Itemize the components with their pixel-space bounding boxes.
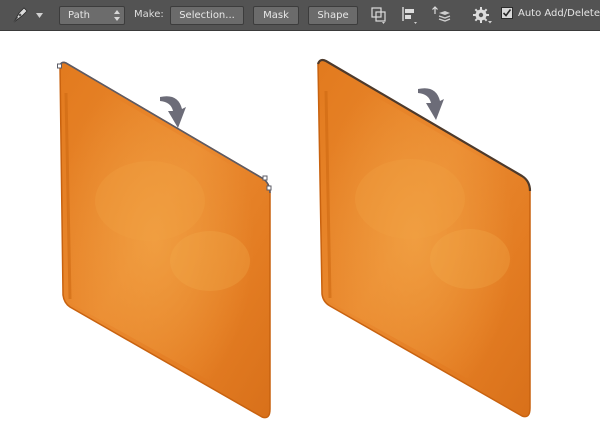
make-shape-button[interactable]: Shape xyxy=(308,6,358,25)
anchor-point[interactable] xyxy=(262,175,268,181)
path-alignment-icon[interactable] xyxy=(400,5,420,25)
canvas-artwork xyxy=(57,58,532,419)
orange-panel-after xyxy=(316,58,532,418)
path-operations-icon[interactable] xyxy=(369,5,389,25)
orange-panel-before xyxy=(57,61,272,419)
make-mask-button[interactable]: Mask xyxy=(253,6,299,25)
options-bar: Path Make: Selection... Mask Shape Auto … xyxy=(0,0,600,31)
select-updown-icon xyxy=(114,10,120,21)
pen-tool-icon[interactable] xyxy=(10,5,32,25)
tool-preset-chevron-down-icon[interactable] xyxy=(36,13,43,18)
make-label: Make: xyxy=(134,9,164,20)
anchor-point[interactable] xyxy=(266,185,272,191)
path-arrangement-icon[interactable] xyxy=(430,4,452,26)
auto-add-delete-label: Auto Add/Delete xyxy=(518,8,600,19)
path-mode-select[interactable]: Path xyxy=(59,6,125,25)
auto-add-delete-checkbox[interactable] xyxy=(501,7,513,19)
make-selection-button[interactable]: Selection... xyxy=(170,6,244,25)
anchor-point[interactable] xyxy=(57,63,62,69)
curved-arrow-icon xyxy=(418,88,444,120)
path-mode-value: Path xyxy=(68,10,90,21)
checkmark-icon xyxy=(502,9,512,17)
gear-icon[interactable] xyxy=(472,5,494,25)
document-canvas[interactable] xyxy=(0,31,600,430)
